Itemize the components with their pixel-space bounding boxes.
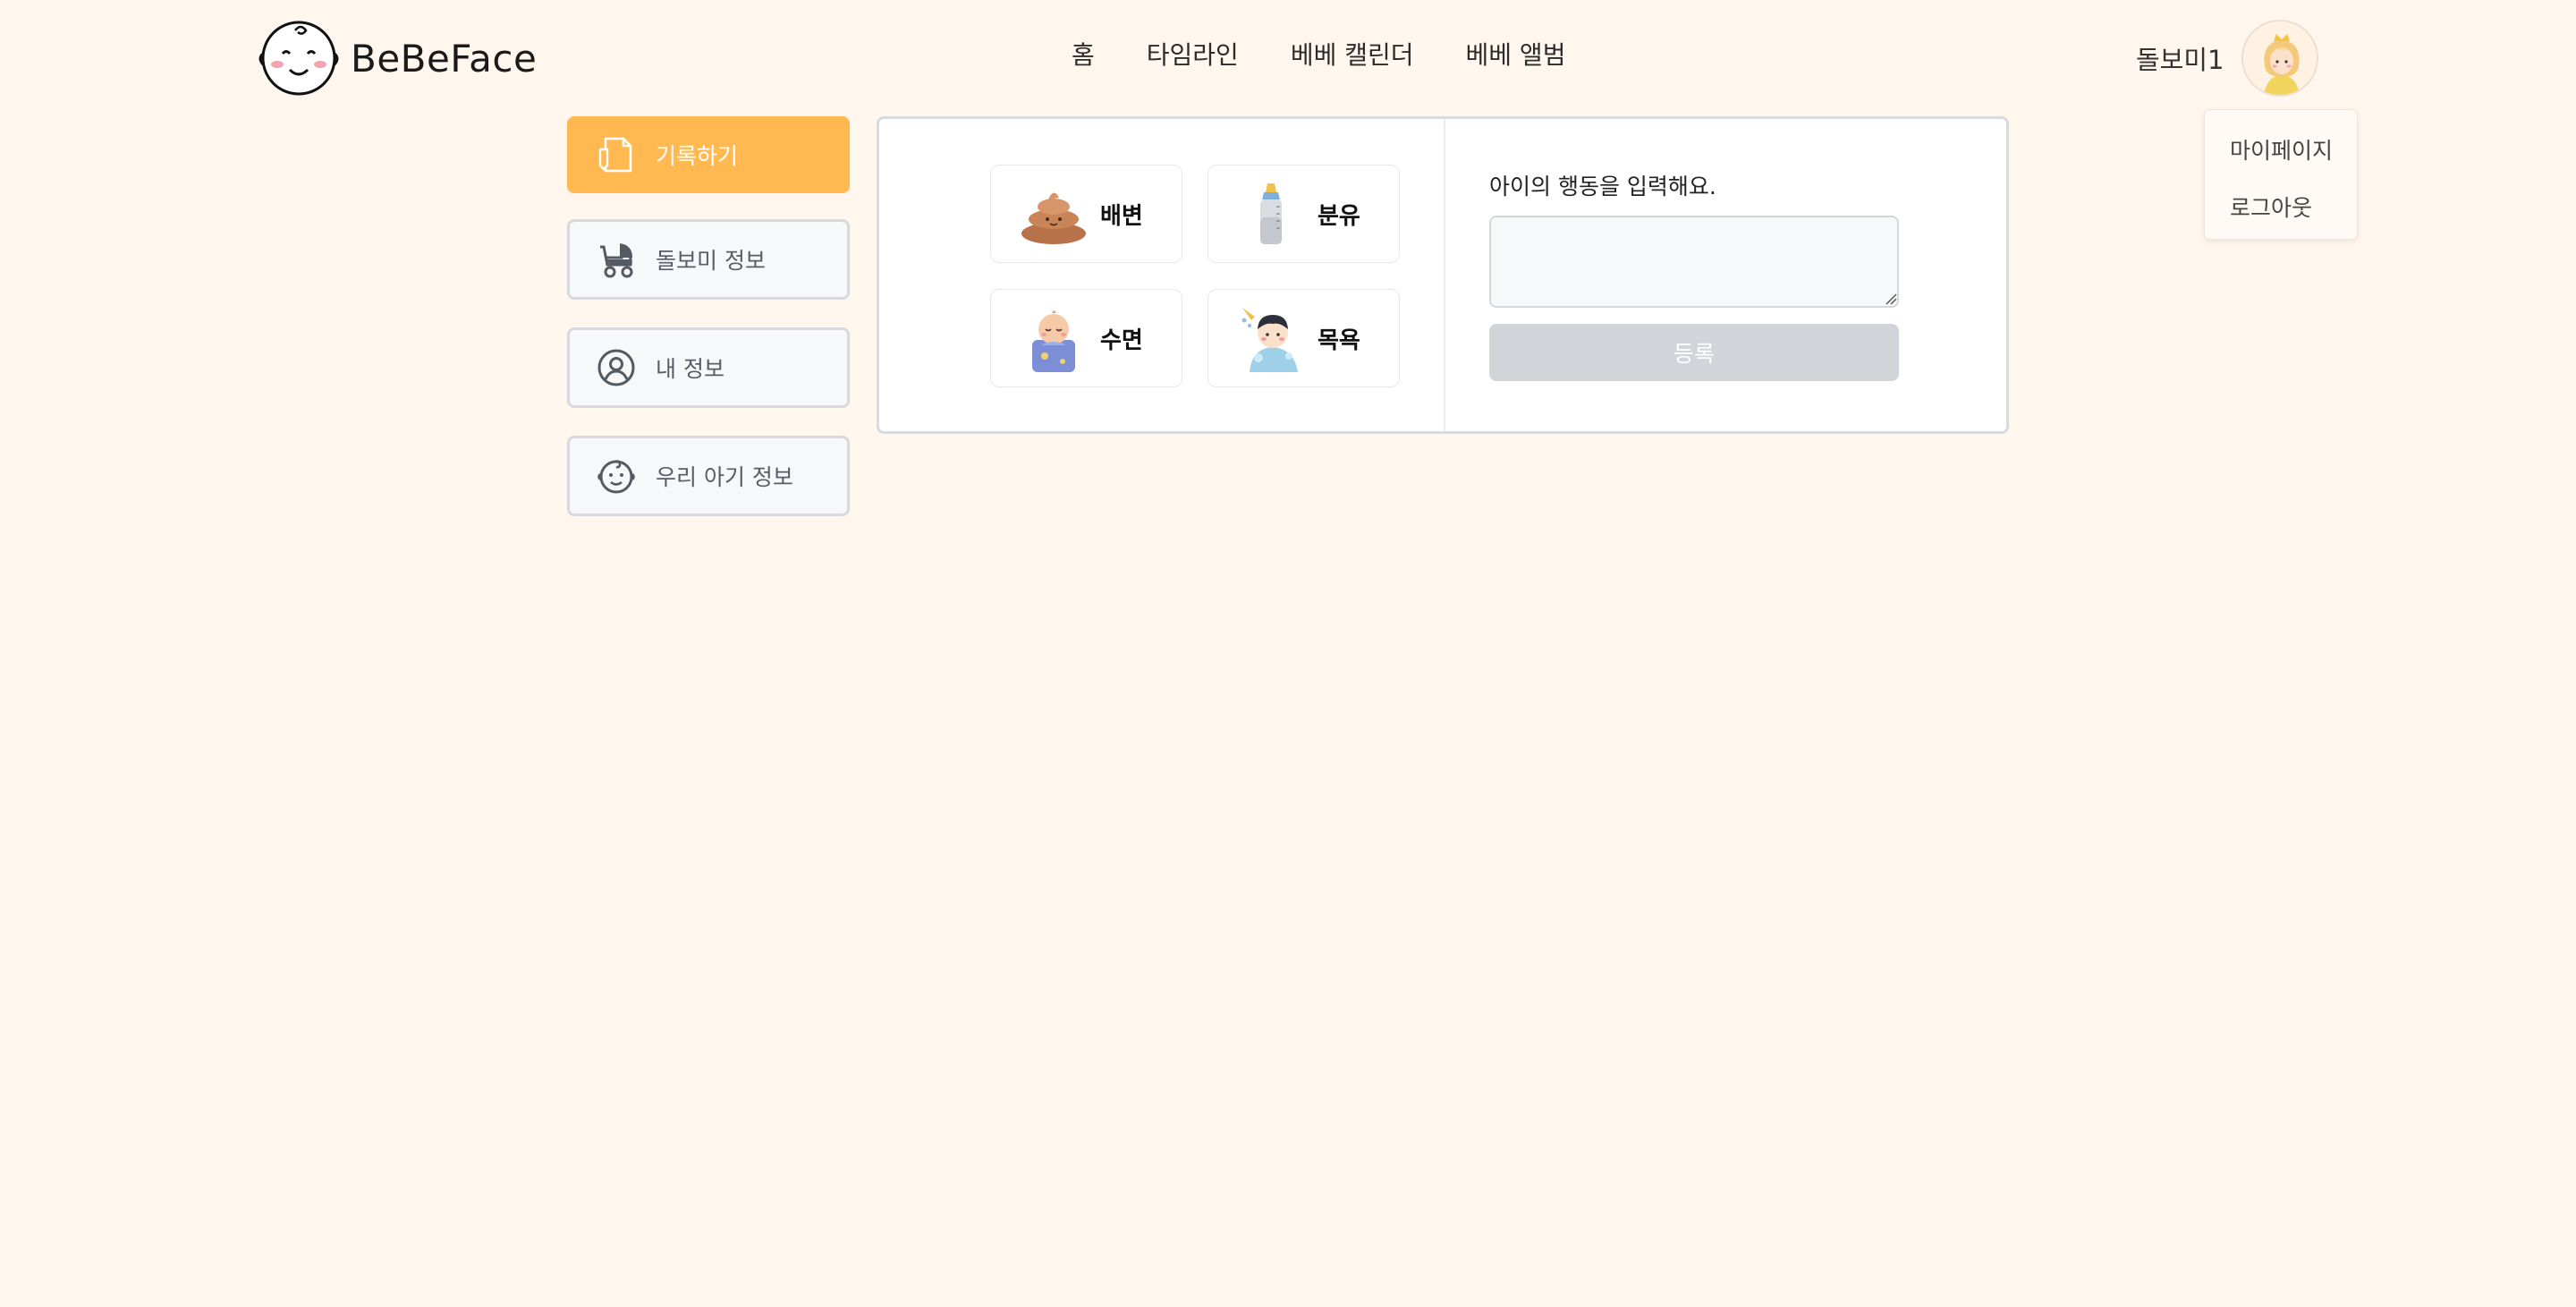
resize-grip-icon[interactable] <box>1885 293 1897 305</box>
activity-bath-button[interactable]: 목욕 <box>1208 289 1400 387</box>
activity-poop-button[interactable]: 배변 <box>990 165 1182 263</box>
sidebar-item-baby-info[interactable]: 우리 아기 정보 <box>567 436 850 516</box>
baby-face-logo-icon <box>258 21 339 96</box>
sidebar-item-label: 돌보미 정보 <box>656 248 766 274</box>
user-dropdown-menu: 마이페이지 로그아웃 <box>2204 109 2358 240</box>
poop-icon <box>1018 178 1089 250</box>
nav-calendar[interactable]: 베베 캘린더 <box>1291 36 1414 72</box>
bathing-baby-icon <box>1235 302 1307 374</box>
record-panel: 배변 분유 수면 목욕 아이의 행동을 입력해요. 등록 <box>877 116 2009 434</box>
sidebar-item-caregiver-info[interactable]: 돌보미 정보 <box>567 219 850 300</box>
activity-input-label: 아이의 행동을 입력해요. <box>1489 174 1716 199</box>
avatar[interactable] <box>2241 20 2318 97</box>
sidebar-item-my-info[interactable]: 내 정보 <box>567 327 850 408</box>
nav-timeline[interactable]: 타임라인 <box>1147 36 1239 72</box>
avatar-princess-icon <box>2243 21 2317 95</box>
activity-sleep-button[interactable]: 수면 <box>990 289 1182 387</box>
nav-album[interactable]: 베베 앨범 <box>1466 36 1566 72</box>
sleeping-baby-icon <box>1018 302 1089 374</box>
user-name[interactable]: 돌보미1 <box>2136 39 2224 77</box>
baby-face-icon <box>595 454 638 497</box>
sidebar-item-label: 내 정보 <box>656 356 724 382</box>
logo[interactable]: BeBeFace <box>256 20 537 97</box>
activity-label: 분유 <box>1318 202 1360 230</box>
activity-textarea[interactable] <box>1489 216 1899 308</box>
menu-item-mypage[interactable]: 마이페이지 <box>2230 133 2333 165</box>
document-pen-icon <box>595 133 638 176</box>
nav-home[interactable]: 홈 <box>1072 36 1095 72</box>
logo-text: BeBeFace <box>351 36 538 81</box>
menu-item-logout[interactable]: 로그아웃 <box>2230 191 2312 223</box>
stroller-icon <box>595 238 638 281</box>
activity-label: 수면 <box>1100 327 1143 354</box>
activity-formula-button[interactable]: 분유 <box>1208 165 1400 263</box>
activity-label: 목욕 <box>1318 327 1360 354</box>
activity-label: 배변 <box>1100 202 1143 230</box>
baby-bottle-icon <box>1235 178 1307 250</box>
submit-button[interactable]: 등록 <box>1489 324 1899 381</box>
user-circle-icon <box>595 346 638 389</box>
top-navbar: BeBeFace 홈 타임라인 베베 캘린더 베베 앨범 돌보미1 <box>0 0 2576 116</box>
sidebar-item-record[interactable]: 기록하기 <box>567 116 850 193</box>
panel-divider <box>1444 119 1445 431</box>
sidebar-item-label: 우리 아기 정보 <box>656 464 793 490</box>
sidebar-item-label: 기록하기 <box>656 143 739 169</box>
main-nav: 홈 타임라인 베베 캘린더 베베 앨범 <box>1072 36 1565 72</box>
